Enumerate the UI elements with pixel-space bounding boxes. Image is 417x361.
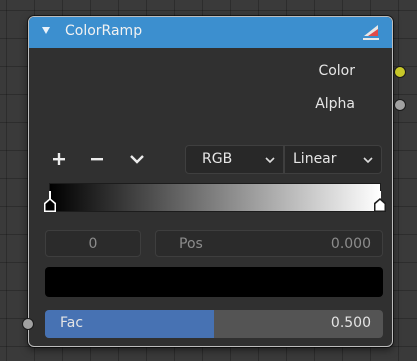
chevron-down-icon (265, 157, 275, 164)
color-ramp-gradient[interactable] (49, 183, 381, 212)
output-alpha-label: Alpha (315, 96, 355, 112)
ramp-specials-menu-button[interactable] (124, 146, 150, 172)
stop-position-value: 0.000 (330, 236, 371, 252)
color-stop-handle[interactable] (43, 197, 57, 213)
output-color-socket[interactable] (394, 66, 406, 78)
stop-position-field[interactable]: Pos 0.000 (155, 230, 383, 257)
fac-value: 0.500 (330, 315, 371, 331)
color-mode-value: RGB (202, 151, 233, 167)
input-fac-socket[interactable] (22, 318, 34, 330)
color-mode-dropdown[interactable]: RGB (185, 145, 284, 174)
chevron-down-icon (130, 155, 144, 164)
collapse-arrow-icon[interactable] (42, 27, 50, 34)
active-stop-index-field[interactable]: 0 (45, 230, 141, 257)
minus-icon (91, 158, 103, 161)
output-alpha-socket[interactable] (394, 99, 406, 111)
add-stop-button[interactable] (46, 146, 72, 172)
node-header[interactable]: ColorRamp (29, 17, 392, 48)
interpolation-value: Linear (293, 151, 337, 167)
remove-stop-button[interactable] (84, 146, 110, 172)
stop-position-label: Pos (179, 236, 203, 252)
fac-slider[interactable]: Fac 0.500 (45, 310, 383, 338)
color-ramp-node[interactable]: ColorRamp Color Alpha RGB Linear 0 Pos 0… (22, 16, 406, 347)
chevron-down-icon (363, 157, 373, 164)
plus-icon (53, 153, 65, 165)
stop-color-swatch[interactable] (45, 267, 383, 297)
node-title: ColorRamp (65, 23, 143, 39)
node-preview-icon[interactable] (362, 22, 380, 42)
interpolation-dropdown[interactable]: Linear (284, 145, 382, 174)
color-stop-handle[interactable] (373, 197, 387, 213)
active-stop-index: 0 (88, 236, 98, 252)
output-color-label: Color (318, 63, 355, 79)
fac-label: Fac (60, 315, 84, 331)
